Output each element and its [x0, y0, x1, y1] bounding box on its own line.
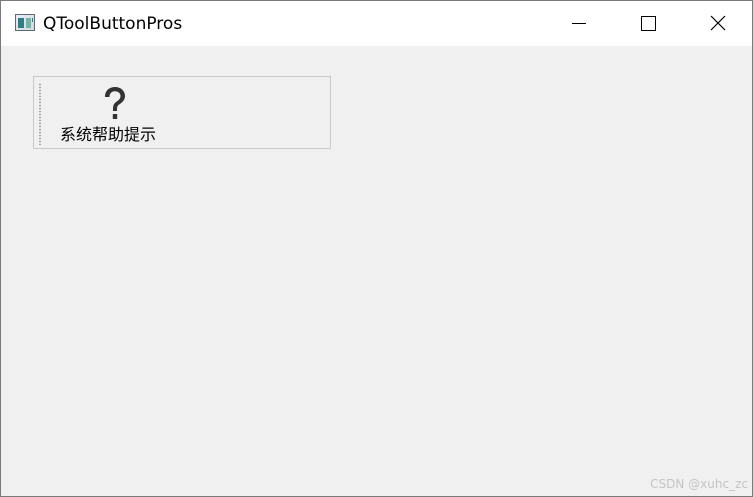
client-area: 系统帮助提示 — [1, 46, 752, 496]
maximize-icon — [641, 16, 656, 31]
toolbar-drag-handle[interactable] — [39, 83, 41, 145]
title-bar[interactable]: QToolButtonPros — [1, 1, 752, 46]
help-question-icon — [105, 87, 125, 119]
watermark: CSDN @xuhc_zc — [650, 477, 748, 491]
minimize-button[interactable] — [556, 1, 602, 46]
toolbar: 系统帮助提示 — [33, 76, 331, 149]
app-icon — [15, 14, 35, 31]
minimize-icon — [572, 23, 586, 24]
help-tool-button[interactable]: 系统帮助提示 — [54, 79, 176, 147]
main-window: QToolButtonPros 系统帮助提示 CSDN @xuhc_zc — [0, 0, 753, 497]
window-title: QToolButtonPros — [43, 14, 183, 34]
close-button[interactable] — [695, 1, 741, 46]
maximize-button[interactable] — [625, 1, 671, 46]
help-button-label: 系统帮助提示 — [60, 125, 157, 144]
close-icon — [710, 15, 726, 31]
